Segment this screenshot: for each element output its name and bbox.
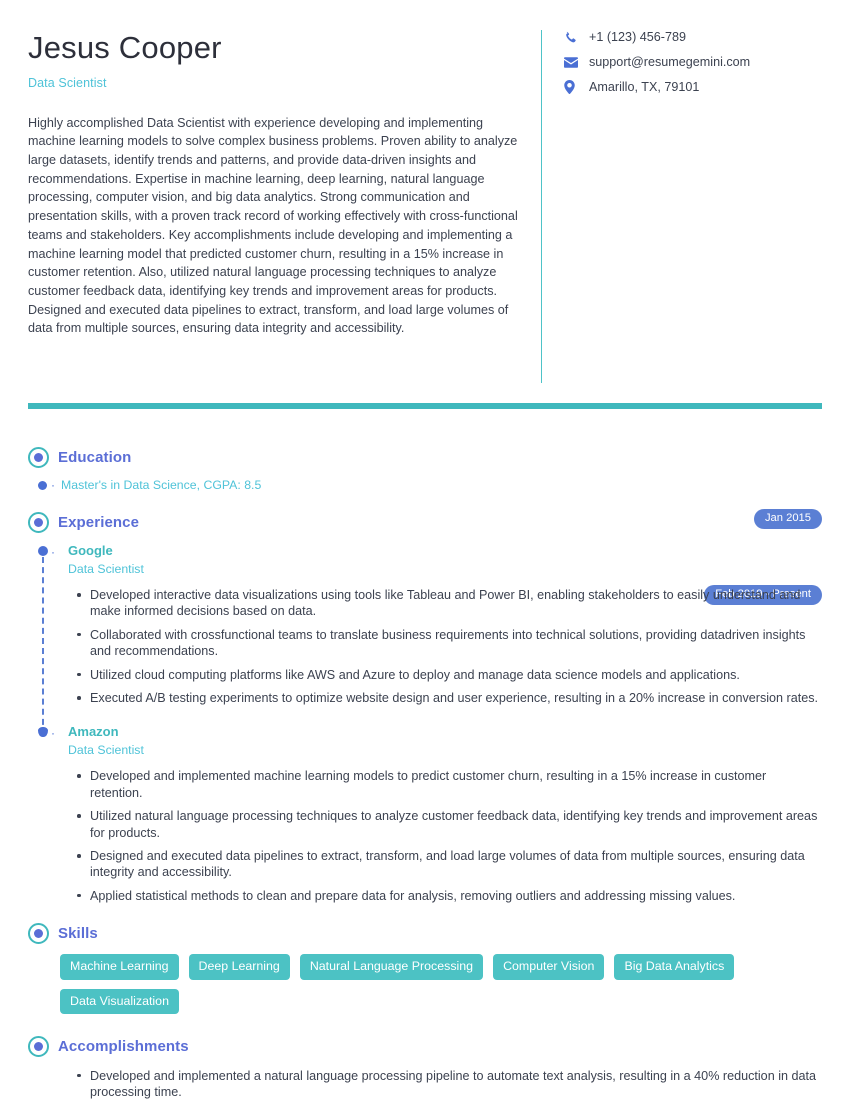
envelope-icon — [564, 56, 582, 68]
section-skills: Skills Machine Learning Deep Learning Na… — [28, 920, 822, 1014]
bullet-dash-icon: · — [51, 478, 55, 492]
resume-page: Jesus Cooper Data Scientist Highly accom… — [0, 0, 850, 1100]
section-title-accomplishments: Accomplishments — [58, 1038, 189, 1056]
experience-bullet-list: Developed interactive data visualization… — [68, 587, 822, 706]
bullet-dot-icon — [38, 481, 47, 490]
bullet-dot-icon — [38, 727, 48, 738]
list-item: Utilized natural language processing tec… — [77, 808, 822, 841]
contact-location-text: Amarillo, TX, 79101 — [589, 80, 700, 94]
circle-dot-icon — [28, 511, 49, 533]
contact-email-row: support@resumegemini.com — [564, 55, 822, 69]
map-pin-icon — [564, 80, 582, 94]
list-item: Developed and implemented machine learni… — [77, 768, 822, 801]
circle-dot-icon — [28, 922, 49, 944]
experience-bullet-list: Developed and implemented machine learni… — [68, 768, 822, 904]
phone-icon — [564, 31, 582, 44]
experience-org-name: Amazon — [68, 724, 119, 740]
list-item: Applied statistical methods to clean and… — [77, 888, 822, 904]
experience-item-google: · Google Data Scientist Feb 2019 - Prese… — [28, 543, 822, 706]
page-title: Jesus Cooper — [28, 30, 222, 65]
skill-tag[interactable]: Natural Language Processing — [299, 954, 484, 980]
education-item-text: Master's in Data Science, CGPA: 8.5 — [61, 478, 262, 492]
experience-org-name: Google — [68, 543, 113, 558]
contact-phone-row: +1 (123) 456-789 — [564, 30, 822, 44]
job-title: Data Scientist — [28, 75, 107, 90]
timeline-marker: · — [38, 546, 55, 558]
circle-dot-icon — [28, 446, 49, 468]
list-item: Developed interactive data visualization… — [77, 587, 822, 620]
section-title-skills: Skills — [58, 924, 98, 942]
list-item: Collaborated with crossfunctional teams … — [77, 627, 822, 660]
section-title-experience: Experience — [58, 513, 140, 531]
experience-list: · Google Data Scientist Feb 2019 - Prese… — [28, 543, 822, 904]
bullet-dot-icon — [38, 546, 48, 556]
accomplishments-heading: Accomplishments — [28, 1034, 822, 1060]
resume-body: Education · Master's in Data Science, CG… — [0, 430, 850, 1100]
skill-tag[interactable]: Big Data Analytics — [614, 954, 735, 980]
section-divider-bar — [28, 403, 822, 409]
section-experience: Experience · Google Data Scientist Feb 2… — [28, 509, 822, 904]
bullet-dash-icon: · — [51, 545, 55, 559]
skills-heading: Skills — [28, 920, 822, 946]
education-heading: Education — [28, 444, 822, 470]
contact-location-row: Amarillo, TX, 79101 — [564, 80, 822, 94]
contact-email-text: support@resumegemini.com — [589, 55, 751, 69]
experience-role: Data Scientist — [68, 743, 144, 758]
accomplishments-bullet-list: Developed and implemented a natural lang… — [68, 1068, 822, 1100]
contact-block: +1 (123) 456-789 support@resumegemini.co… — [541, 30, 822, 383]
skill-tag[interactable]: Computer Vision — [493, 954, 605, 980]
header-left-column: Jesus Cooper Data Scientist Highly accom… — [28, 30, 541, 383]
experience-item-amazon: · Amazon Data Scientist Developed and im… — [28, 724, 822, 904]
skill-tag[interactable]: Data Visualization — [60, 988, 179, 1014]
timeline-marker: · — [38, 727, 55, 739]
experience-heading: Experience — [28, 509, 822, 535]
experience-role: Data Scientist — [68, 562, 144, 576]
circle-dot-icon — [28, 1036, 49, 1058]
section-accomplishments: Accomplishments Developed and implemente… — [28, 1034, 822, 1100]
list-item: Executed A/B testing experiments to opti… — [77, 690, 822, 706]
skill-tag[interactable]: Deep Learning — [188, 954, 290, 980]
summary-paragraph: Highly accomplished Data Scientist with … — [28, 115, 518, 336]
skill-tag[interactable]: Machine Learning — [60, 954, 179, 980]
section-education: Education · Master's in Data Science, CG… — [28, 444, 822, 529]
skills-pill-list: Machine Learning Deep Learning Natural L… — [60, 954, 822, 1014]
resume-header: Jesus Cooper Data Scientist Highly accom… — [0, 0, 850, 383]
list-item: Utilized cloud computing platforms like … — [77, 667, 822, 683]
contact-phone-text: +1 (123) 456-789 — [589, 30, 686, 44]
list-item: Developed and implemented a natural lang… — [77, 1068, 822, 1100]
list-item: Designed and executed data pipelines to … — [77, 848, 822, 881]
section-title-education: Education — [58, 448, 132, 466]
bullet-dash-icon: · — [51, 726, 55, 741]
education-item: · Master's in Data Science, CGPA: 8.5 — [38, 478, 822, 492]
